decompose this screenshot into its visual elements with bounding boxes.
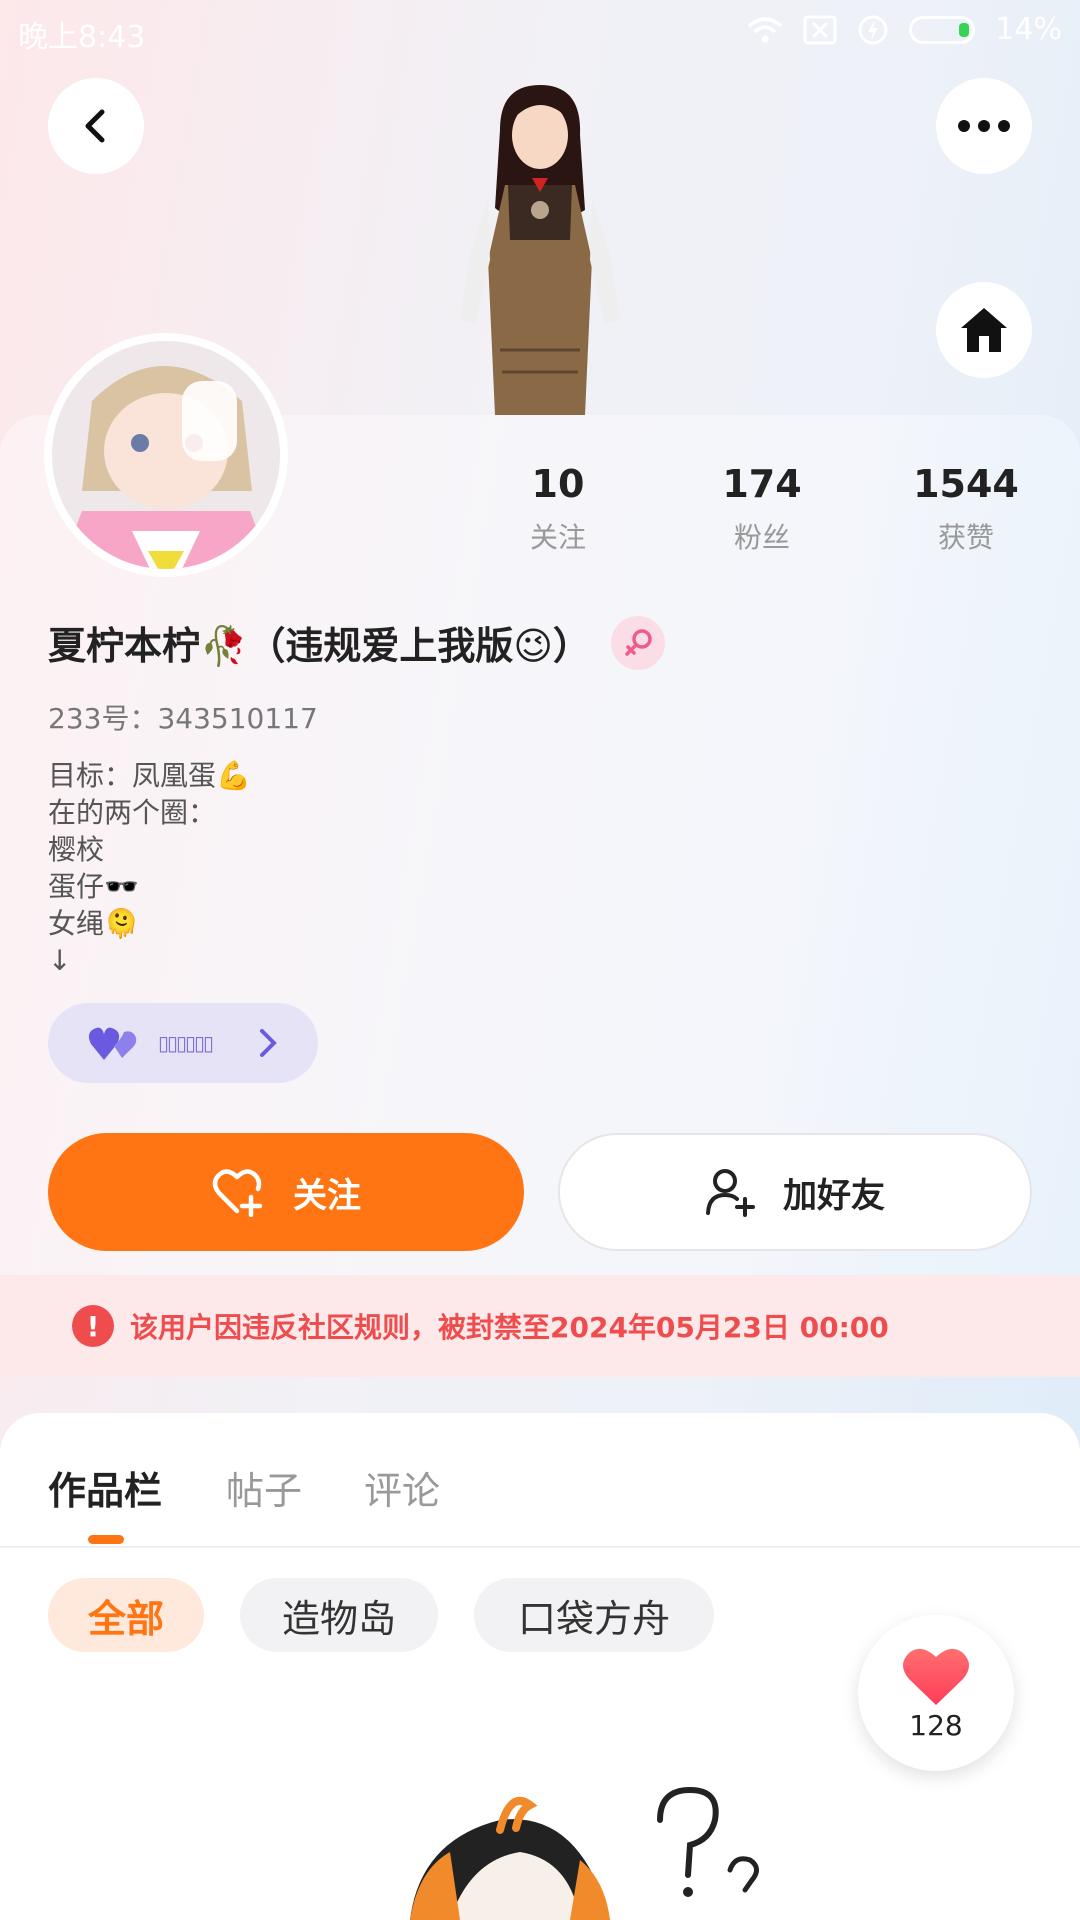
fans-label: 粉丝 bbox=[733, 521, 790, 554]
avatar-image bbox=[52, 341, 280, 569]
add-friend-label: 加好友 bbox=[783, 1175, 885, 1216]
add-user-icon bbox=[706, 1169, 755, 1217]
sim-disabled-icon bbox=[803, 15, 837, 44]
character-avatar-figure bbox=[460, 85, 620, 415]
following-count: 10 bbox=[531, 462, 585, 506]
likes-count: 1544 bbox=[913, 462, 1019, 506]
more-button[interactable] bbox=[936, 78, 1032, 174]
status-icons: 14% bbox=[747, 12, 1062, 47]
stat-following[interactable]: 10 关注 bbox=[468, 462, 648, 556]
chevron-right-icon bbox=[260, 1029, 277, 1057]
bio-line: 蛋仔🕶️ bbox=[48, 870, 139, 903]
back-button[interactable] bbox=[48, 78, 144, 174]
tab-works[interactable]: 作品栏 bbox=[48, 1460, 162, 1515]
heart-icon bbox=[903, 1648, 969, 1705]
home-button[interactable] bbox=[936, 282, 1032, 378]
bio-line: 女绳🫠 bbox=[48, 907, 139, 940]
heart-plus-icon bbox=[212, 1169, 263, 1217]
like-button[interactable]: 128 bbox=[858, 1615, 1014, 1771]
female-gender-icon bbox=[610, 615, 665, 670]
warning-icon: ! bbox=[72, 1305, 114, 1347]
tab-indicator bbox=[88, 1535, 124, 1544]
battery-percent: 14% bbox=[995, 12, 1062, 47]
chevron-left-icon bbox=[85, 109, 105, 143]
bio-line: ↓ bbox=[48, 944, 72, 977]
nickname: 夏柠本柠🥀（违规爱上我版😉） bbox=[48, 624, 591, 668]
filter-creation-island[interactable]: 造物岛 bbox=[240, 1578, 438, 1652]
filter-pocket-ark[interactable]: 口袋方舟 bbox=[474, 1578, 714, 1652]
tab-divider bbox=[0, 1546, 1080, 1548]
likes-label: 获赞 bbox=[937, 521, 994, 554]
stat-likes[interactable]: 1544 获赞 bbox=[876, 462, 1056, 556]
bio-line: 在的两个圈： bbox=[48, 796, 217, 829]
badge-pill[interactable]: ▯▯▯▯▯▯ bbox=[48, 1003, 318, 1083]
follow-label: 关注 bbox=[293, 1175, 361, 1216]
ban-notice: ! 该用户因违反社区规则，被封禁至2024年05月23日 00:00 bbox=[0, 1275, 1080, 1377]
avatar[interactable] bbox=[44, 333, 288, 577]
follow-button[interactable]: 关注 bbox=[48, 1133, 524, 1251]
bio-line: 樱校 bbox=[48, 833, 105, 866]
status-bar: 晚上8:43 14% bbox=[0, 0, 1080, 62]
home-icon bbox=[961, 308, 1007, 352]
battery-icon bbox=[909, 15, 976, 44]
stat-fans[interactable]: 174 粉丝 bbox=[672, 462, 852, 556]
ban-notice-text: 该用户因违反社区规则，被封禁至2024年05月23日 00:00 bbox=[130, 1311, 889, 1344]
add-friend-button[interactable]: 加好友 bbox=[558, 1133, 1032, 1251]
status-time: 晚上8:43 bbox=[18, 20, 146, 55]
nickname-row: 夏柠本柠🥀（违规爱上我版😉） bbox=[48, 615, 665, 670]
fans-count: 174 bbox=[722, 462, 802, 506]
more-dots-icon bbox=[958, 120, 1010, 132]
bio: 目标：凤凰蛋💪 在的两个圈： 樱校 蛋仔🕶️ 女绳🫠 ↓ bbox=[48, 757, 251, 979]
tab-posts[interactable]: 帖子 bbox=[226, 1460, 302, 1515]
badge-label: ▯▯▯▯▯▯ bbox=[158, 1031, 214, 1055]
like-count: 128 bbox=[909, 1708, 963, 1742]
mascot-illustration bbox=[410, 1786, 759, 1920]
user-id: 233号：343510117 bbox=[48, 702, 318, 735]
following-label: 关注 bbox=[529, 521, 586, 554]
double-heart-icon bbox=[88, 1027, 137, 1060]
tab-comments[interactable]: 评论 bbox=[364, 1460, 440, 1515]
filter-all[interactable]: 全部 bbox=[48, 1578, 204, 1652]
charging-icon bbox=[858, 15, 888, 44]
wifi-icon bbox=[748, 16, 783, 42]
bio-line: 目标：凤凰蛋💪 bbox=[48, 759, 251, 792]
